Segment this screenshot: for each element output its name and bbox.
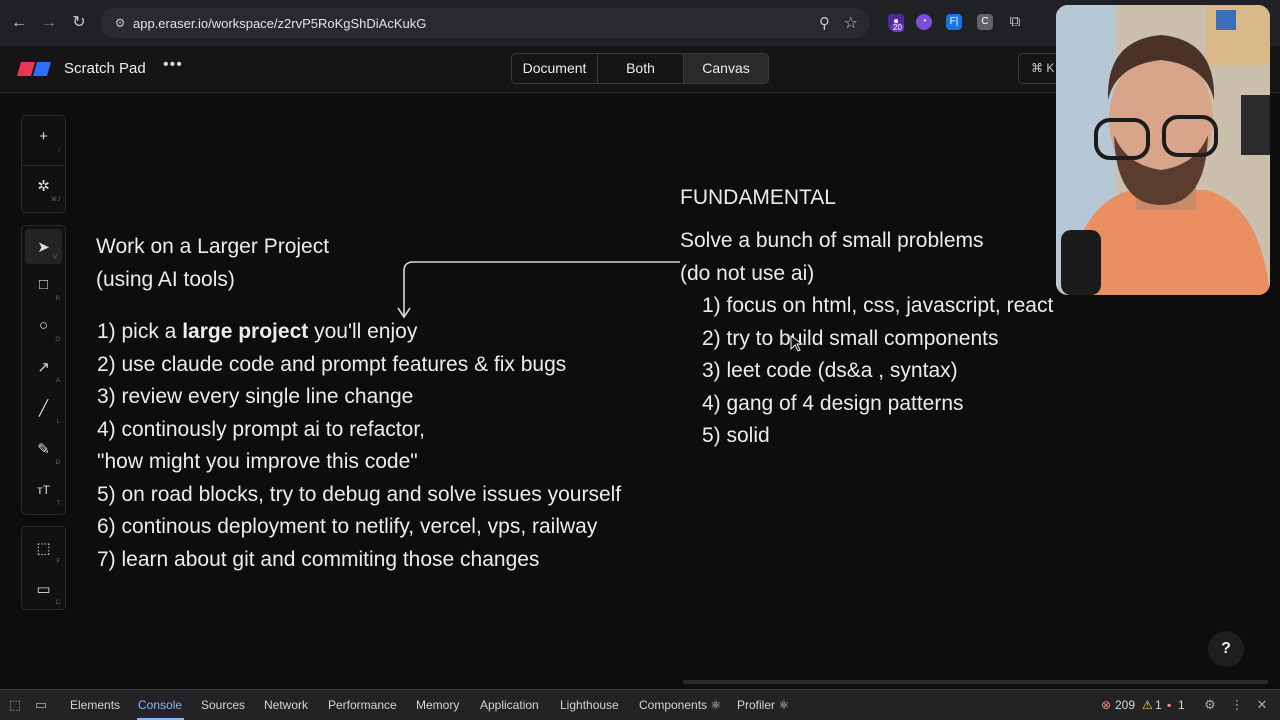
help-button[interactable]: ? (1208, 631, 1244, 667)
error-icon[interactable]: ⊗ (1101, 698, 1111, 712)
eraser-logo (17, 62, 51, 76)
toolbar-drawing: ➤ V □ R ○ O ↗ A ╱ L ✎ D ᴛT T (21, 225, 66, 515)
tab-application[interactable]: Application (480, 698, 539, 712)
address-bar[interactable]: ⚙ app.eraser.io/workspace/z2rvP5RoKgShDi… (100, 8, 870, 38)
note-title-line-1: Work on a Larger Project (96, 235, 330, 258)
horizontal-scrollbar[interactable] (683, 680, 1268, 684)
reload-icon[interactable]: ↻ (68, 12, 90, 34)
add-icon[interactable]: + / (22, 116, 65, 157)
webcam-overlay (1056, 5, 1270, 295)
tab-performance[interactable]: Performance (328, 698, 397, 712)
list-item: 7) learn about git and commiting those c… (97, 547, 540, 571)
toolbar-bottom: ⬚ F ▭ C (21, 526, 66, 610)
tab-memory[interactable]: Memory (416, 698, 459, 712)
view-switcher: Document Both Canvas (511, 53, 769, 84)
view-canvas-button[interactable]: Canvas (684, 54, 768, 83)
text-tool-icon[interactable]: ᴛT T (22, 469, 65, 510)
note-title-line-2: (using AI tools) (96, 267, 235, 291)
fundamental-heading[interactable]: FUNDAMENTAL (680, 182, 836, 215)
error-count[interactable]: 209 (1115, 698, 1135, 712)
fundamental-note[interactable]: Solve a bunch of small problems (do not … (680, 225, 984, 290)
more-options-icon[interactable]: ⋮ (1229, 697, 1245, 713)
list-item: 1) pick a large project you'll enjoy (97, 320, 418, 343)
list-item: 1) focus on html, css, javascript, react (702, 294, 1054, 317)
url-text: app.eraser.io/workspace/z2rvP5RoKgShDiAc… (133, 16, 427, 31)
tab-lighthouse[interactable]: Lighthouse (560, 698, 619, 712)
comment-tool-icon[interactable]: ▭ C (22, 568, 65, 609)
view-both-button[interactable]: Both (598, 54, 684, 83)
line-tool-icon[interactable]: ╱ L (22, 387, 65, 428)
inspect-element-icon[interactable]: ⬚ (7, 697, 23, 713)
list-item: 2) try to build small components (702, 326, 999, 350)
close-icon[interactable]: ✕ (1254, 697, 1270, 713)
more-menu-icon[interactable]: ••• (163, 56, 183, 74)
view-document-button[interactable]: Document (512, 54, 598, 83)
arrow-tool-icon[interactable]: ↗ A (22, 346, 65, 387)
bookmark-star-icon[interactable]: ☆ (844, 13, 858, 33)
tab-network[interactable]: Network (264, 698, 308, 712)
extension-badge: 20 (891, 23, 904, 32)
list-item: 6) continous deployment to netlify, verc… (97, 515, 598, 538)
list-item: 5) solid (702, 424, 770, 447)
tab-profiler[interactable]: Profiler ⚛ (737, 698, 789, 712)
tab-components[interactable]: Components ⚛ (639, 698, 721, 712)
warning-count[interactable]: 1 (1155, 698, 1162, 712)
presenter-video (1056, 5, 1270, 295)
zoom-icon[interactable]: ⚲ (819, 14, 830, 32)
back-icon[interactable]: ← (8, 12, 30, 34)
note-line: Solve a bunch of small problems (680, 229, 984, 252)
tab-sources[interactable]: Sources (201, 698, 245, 712)
toolbar-top: + / ✲ ⌘J (21, 115, 66, 213)
extensions-puzzle-icon[interactable]: ⧉ (1007, 14, 1023, 30)
larger-project-list[interactable]: 1) pick a large project you'll enjoy 2) … (97, 316, 621, 576)
list-item: 2) use claude code and prompt features &… (97, 352, 567, 376)
settings-gear-icon[interactable]: ⚙ (1202, 697, 1218, 713)
tab-elements[interactable]: Elements (70, 698, 120, 712)
warning-icon[interactable]: ⚠ (1142, 698, 1153, 712)
issues-icon[interactable]: ▪ (1167, 698, 1171, 712)
select-tool-icon[interactable]: ➤ V (25, 229, 62, 264)
list-item: 3) leet code (ds&a , syntax) (702, 359, 958, 382)
ai-sparkle-icon[interactable]: ✲ ⌘J (22, 165, 65, 206)
mouse-cursor-icon (790, 335, 804, 352)
frame-tool-icon[interactable]: ⬚ F (22, 527, 65, 568)
devtools-panel: ⬚ ▭ Elements Console Sources Network Per… (0, 689, 1280, 720)
file-title[interactable]: Scratch Pad (64, 60, 146, 77)
site-info-icon[interactable]: ⚙ (112, 15, 128, 31)
issues-count[interactable]: 1 (1178, 698, 1185, 712)
extension-f-icon[interactable]: F| (946, 14, 962, 30)
ellipse-tool-icon[interactable]: ○ O (22, 305, 65, 346)
list-item: 4) gang of 4 design patterns (702, 391, 964, 415)
extension-round-icon[interactable]: ◔ (916, 14, 932, 30)
extension-c-icon[interactable]: C (977, 14, 993, 30)
pencil-tool-icon[interactable]: ✎ D (22, 428, 65, 469)
connector-arrow[interactable] (395, 254, 685, 324)
tab-console[interactable]: Console (138, 698, 182, 712)
fundamental-list[interactable]: 1) focus on html, css, javascript, react… (702, 290, 1053, 453)
device-toolbar-icon[interactable]: ▭ (33, 697, 49, 713)
larger-project-note[interactable]: Work on a Larger Project (using AI tools… (96, 231, 329, 296)
rectangle-tool-icon[interactable]: □ R (22, 264, 65, 305)
forward-icon[interactable]: → (38, 12, 60, 34)
list-item: "how might you improve this code" (97, 450, 418, 473)
list-item: 4) continously prompt ai to refactor, (97, 417, 425, 441)
list-item: 3) review every single line change (97, 385, 414, 408)
note-line: (do not use ai) (680, 261, 815, 285)
list-item: 5) on road blocks, try to debug and solv… (97, 482, 622, 506)
